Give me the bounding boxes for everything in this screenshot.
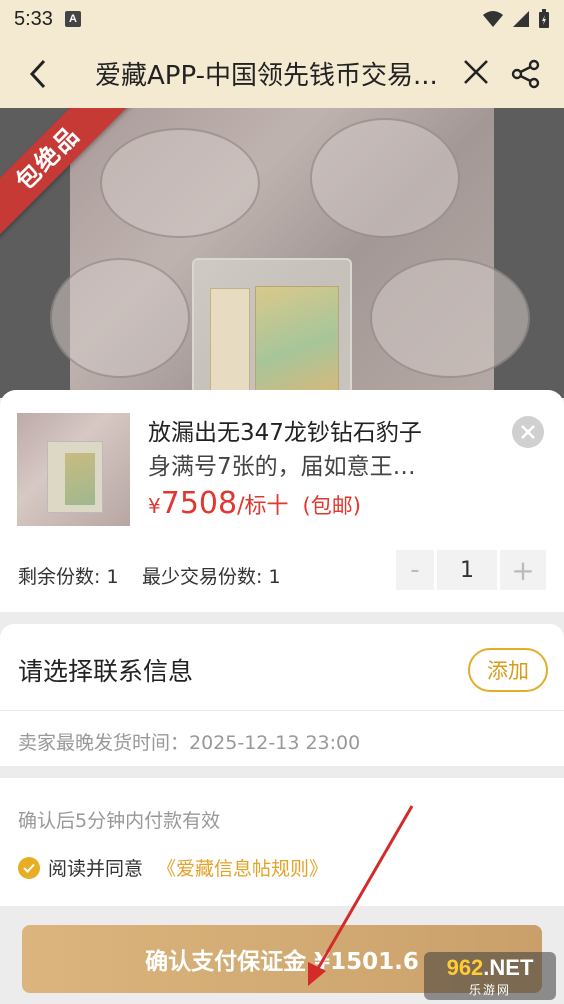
product-title-line-2: 身满号7张的，届如意王… <box>148 454 416 480</box>
back-button[interactable] <box>18 54 58 94</box>
add-contact-button[interactable]: 添加 <box>468 648 548 692</box>
notification-icon: A <box>64 11 81 27</box>
watermark-logo: 962.NET <box>447 955 534 981</box>
fabric-pattern <box>370 258 530 378</box>
price: ¥ 7508 /标十 (包邮) <box>148 486 361 521</box>
page-title: 爱藏APP-中国领先钱币交易... <box>95 61 438 91</box>
wifi-icon <box>483 11 503 27</box>
contact-card: 请选择联系信息 添加 卖家最晚发货时间：2025-12-13 23:00 <box>0 624 564 766</box>
watermark-subtitle: 乐游网 <box>468 982 511 997</box>
status-time: 5:33 <box>14 7 53 30</box>
quantity-decrease-button[interactable]: - <box>396 550 434 590</box>
sheet-close-button[interactable] <box>512 416 544 448</box>
nav-bar: 爱藏APP-中国领先钱币交易... <box>0 38 564 108</box>
product-banknote <box>255 286 339 398</box>
remaining-count: 剩余份数: 1 <box>18 566 119 588</box>
close-icon <box>464 60 488 84</box>
check-icon[interactable] <box>18 856 40 879</box>
close-circle-icon <box>521 425 535 439</box>
quantity-input[interactable]: 1 <box>437 550 497 590</box>
minimum-count: 最少交易份数: 1 <box>142 566 281 588</box>
close-button[interactable] <box>458 54 494 90</box>
product-title: 放漏出无347龙钞钻石豹子 身满号7张的，届如意王… <box>148 416 478 484</box>
quantity-section: 剩余份数: 1 最少交易份数: 1 - 1 + <box>0 550 564 612</box>
quantity-increase-button[interactable]: + <box>500 550 546 590</box>
status-bar: 5:33 A <box>0 0 564 38</box>
product-photo[interactable]: 包绝品 <box>0 108 564 398</box>
product-banknote <box>210 288 250 398</box>
agreement-row: 阅读并同意 《爱藏信息帖规则》 <box>18 854 328 881</box>
fabric-pattern <box>50 258 190 378</box>
fabric-pattern <box>310 118 460 238</box>
confirm-card: 确认后5分钟内付款有效 阅读并同意 《爱藏信息帖规则》 <box>0 778 564 906</box>
product-title-line-1: 放漏出无347龙钞钻石豹子 <box>148 420 422 446</box>
divider <box>0 710 564 711</box>
share-button[interactable] <box>506 54 546 94</box>
contact-select[interactable]: 请选择联系信息 <box>18 652 193 688</box>
price-symbol: ¥ <box>148 494 161 518</box>
rules-link[interactable]: 《爱藏信息帖规则》 <box>157 854 328 881</box>
watermark-number: 962 <box>446 954 484 980</box>
watermark-suffix: .NET <box>483 954 534 980</box>
back-arrow-icon <box>29 59 46 89</box>
site-watermark: 962.NET 乐游网 <box>424 952 556 1000</box>
price-value: 7508 <box>160 486 238 521</box>
ship-deadline: 卖家最晚发货时间：2025-12-13 23:00 <box>18 732 361 754</box>
status-icons <box>482 9 550 29</box>
agreement-text: 阅读并同意 <box>48 858 144 880</box>
product-thumbnail <box>17 413 130 526</box>
fabric-pattern <box>100 128 260 238</box>
battery-icon <box>539 9 549 28</box>
signal-icon <box>513 11 529 27</box>
payment-validity: 确认后5分钟内付款有效 <box>18 810 221 832</box>
price-unit: /标十 <box>237 494 289 519</box>
shipping-label: (包邮) <box>302 494 361 518</box>
share-icon <box>511 59 540 89</box>
thumbnail-banknote <box>65 453 95 505</box>
